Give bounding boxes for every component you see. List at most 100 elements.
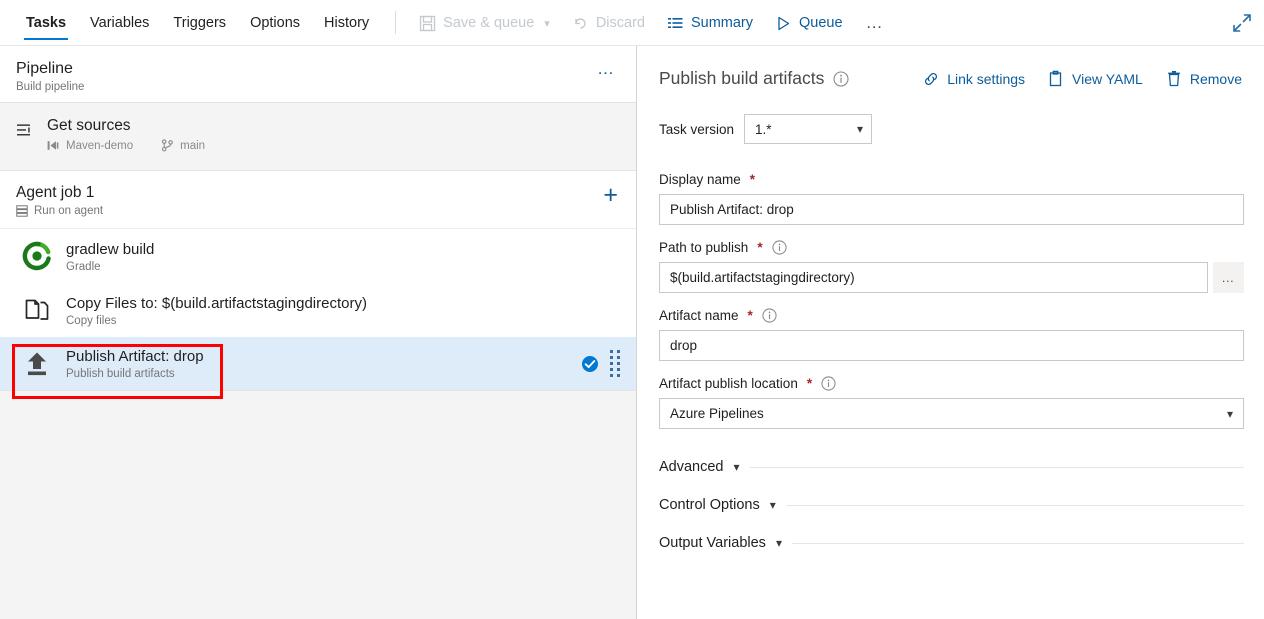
path-to-publish-input[interactable] [659,262,1208,293]
task-subtitle: Publish build artifacts [66,368,569,380]
artifact-publish-location-label-row: Artifact publish location * [659,376,1244,391]
ellipsis-icon: … [597,59,616,78]
save-and-queue-button[interactable]: Save & queue ▾ [408,0,561,46]
task-text: Copy Files to: $(build.artifactstagingdi… [66,294,620,327]
task-version-row: Task version 1.* ▾ [659,114,1244,144]
undo-icon [572,15,589,32]
get-sources-row[interactable]: Get sources Maven-demo [0,103,636,171]
expand-fullscreen-button[interactable] [1220,0,1264,46]
tab-triggers-label: Triggers [173,15,226,31]
link-settings-button[interactable]: Link settings [922,70,1025,88]
tab-history-label: History [324,15,369,31]
agent-job-text: Agent job 1 Run on agent [16,184,603,217]
task-subtitle: Gradle [66,261,620,273]
queue-label: Queue [799,15,843,31]
ellipsis-icon: … [1221,270,1236,285]
summary-button[interactable]: Summary [656,0,764,46]
chevron-down-icon: ▾ [1227,407,1233,421]
tab-tasks[interactable]: Tasks [14,0,78,46]
task-title: Publish Artifact: drop [66,347,569,366]
tab-triggers[interactable]: Triggers [161,0,238,46]
get-sources-title: Get sources [47,117,205,135]
artifact-publish-location-value: Azure Pipelines [670,406,1227,421]
branch-chip: main [161,139,205,152]
toolbar-spacer [897,0,1220,45]
info-icon[interactable] [772,240,787,255]
path-to-publish-label: Path to publish [659,240,748,255]
task-row[interactable]: gradlew build Gradle [0,229,636,283]
task-text: Publish Artifact: drop Publish build art… [66,347,569,380]
section-control-options-label: Control Options [659,497,760,513]
summary-list-icon [667,15,684,32]
task-enabled-check-icon[interactable] [581,355,599,373]
task-version-value: 1.* [755,122,857,137]
ellipsis-icon: … [866,13,885,33]
artifact-name-label-row: Artifact name * [659,308,1244,323]
section-advanced[interactable]: Advanced ▾ [659,459,1244,475]
pipeline-header[interactable]: Pipeline Build pipeline … [0,46,636,103]
artifact-publish-location-select[interactable]: Azure Pipelines ▾ [659,398,1244,429]
task-subtitle: Copy files [66,315,620,327]
display-name-label: Display name [659,172,741,187]
save-and-queue-label: Save & queue [443,15,534,31]
pipeline-subtitle: Build pipeline [16,81,593,93]
tab-tasks-label: Tasks [26,15,66,31]
task-details-panel: Publish build artifacts [637,46,1264,619]
agent-server-icon [16,205,28,217]
get-sources-icon [16,117,36,140]
required-asterisk: * [750,172,755,187]
section-control-options[interactable]: Control Options ▾ [659,497,1244,513]
tab-variables[interactable]: Variables [78,0,161,46]
add-task-button[interactable]: + [603,184,620,206]
drag-handle-icon[interactable] [610,350,620,377]
discard-label: Discard [596,15,645,31]
repository-chip: Maven-demo [47,139,133,152]
info-icon[interactable] [762,308,777,323]
path-browse-button[interactable]: … [1213,262,1244,293]
section-output-variables[interactable]: Output Variables ▾ [659,535,1244,551]
display-name-input[interactable] [659,194,1244,225]
pipeline-more-button[interactable]: … [593,59,620,79]
task-title: gradlew build [66,240,620,259]
agent-job-subtitle: Run on agent [34,205,103,217]
pipeline-title: Pipeline [16,59,593,78]
required-asterisk: * [748,308,753,323]
section-output-variables-label: Output Variables [659,535,766,551]
info-icon[interactable] [833,71,849,87]
artifact-name-input[interactable] [659,330,1244,361]
tab-options[interactable]: Options [238,0,312,46]
task-details-header: Publish build artifacts [659,68,1244,89]
artifact-name-label: Artifact name [659,308,739,323]
task-list: gradlew build Gradle Copy Files to: $(bu… [0,229,636,391]
editor-body: Pipeline Build pipeline … G [0,46,1264,619]
info-icon[interactable] [821,376,836,391]
task-version-select[interactable]: 1.* ▾ [744,114,872,144]
chevron-down-icon: ▾ [776,536,782,550]
queue-button[interactable]: Queue [764,0,854,46]
expand-diagonal-icon [1231,12,1253,34]
task-title: Copy Files to: $(build.artifactstagingdi… [66,294,620,313]
tab-history[interactable]: History [312,0,381,46]
required-asterisk: * [757,240,762,255]
section-divider [792,543,1244,544]
view-yaml-button[interactable]: View YAML [1047,70,1143,88]
discard-button[interactable]: Discard [561,0,656,46]
display-name-field: Display name * [659,172,1244,225]
remove-button[interactable]: Remove [1165,70,1242,88]
path-to-publish-label-row: Path to publish * [659,240,1244,255]
task-row[interactable]: Copy Files to: $(build.artifactstagingdi… [0,283,636,337]
chevron-down-icon: ▾ [857,122,863,136]
plus-icon: + [603,181,618,209]
required-asterisk: * [807,376,812,391]
get-sources-meta: Maven-demo [47,139,205,152]
task-row-selected[interactable]: Publish Artifact: drop Publish build art… [0,337,636,391]
tab-variables-label: Variables [90,15,149,31]
chevron-down-icon: ▾ [770,498,776,512]
agent-job-row[interactable]: Agent job 1 Run on agent + [0,171,636,229]
task-details-title: Publish build artifacts [659,68,824,89]
path-to-publish-input-row: … [659,262,1244,293]
section-divider [750,467,1244,468]
toolbar-more-button[interactable]: … [854,0,897,46]
view-yaml-label: View YAML [1072,71,1143,87]
artifact-publish-location-field: Artifact publish location * Azure Pipeli… [659,376,1244,429]
